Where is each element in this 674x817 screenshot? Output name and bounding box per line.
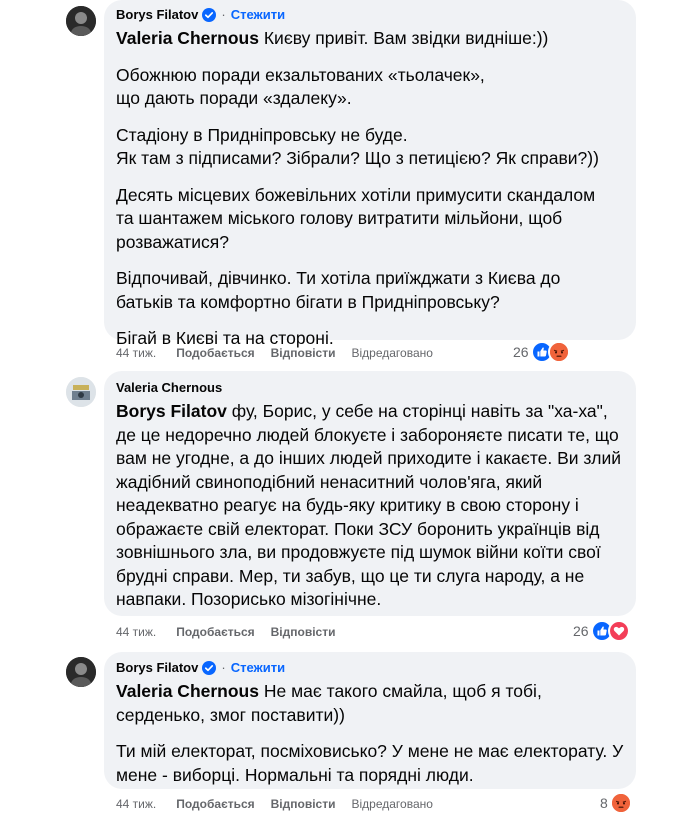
avatar[interactable]: [66, 6, 96, 36]
comment-actions: 44 тиж. Подобається Відповісти: [116, 624, 351, 640]
edited-label: Відредаговано: [351, 346, 433, 360]
separator-dot: ·: [221, 660, 226, 675]
reaction-count: 26: [573, 623, 589, 639]
avatar[interactable]: [66, 657, 96, 687]
timestamp[interactable]: 44 тиж.: [116, 796, 156, 812]
reply-button[interactable]: Відповісти: [271, 345, 336, 361]
comment-actions: 44 тиж. Подобається Відповісти Відредаго…: [116, 345, 433, 361]
mention-link[interactable]: Valeria Chernous: [116, 28, 259, 48]
comment-text: Borys Filatov фу, Борис, у себе на сторі…: [116, 400, 628, 612]
verified-badge-icon: [202, 661, 217, 675]
comment-paragraph: Відпочивай, дівчинко. Ти хотіла приїжджа…: [116, 268, 561, 312]
like-button[interactable]: Подобається: [176, 345, 254, 361]
reaction-summary[interactable]: 26: [573, 620, 630, 642]
comment-author[interactable]: Borys Filatov: [116, 7, 198, 23]
comment-paragraph: Стадіону в Придніпровську не буде. Як та…: [116, 124, 599, 169]
love-reaction-icon: [607, 620, 630, 642]
comment-actions: 44 тиж. Подобається Відповісти Відредаго…: [116, 796, 433, 812]
comment-author[interactable]: Valeria Chernous: [116, 380, 222, 396]
edited-label: Відредаговано: [351, 797, 433, 811]
reaction-summary[interactable]: 26: [513, 341, 570, 363]
reply-button[interactable]: Відповісти: [271, 796, 336, 812]
mention-link[interactable]: Borys Filatov: [116, 401, 227, 421]
separator-dot: ·: [221, 7, 226, 22]
comment-text: Valeria Chernous Не має такого смайла, щ…: [116, 680, 616, 727]
angry-reaction-icon: [609, 792, 632, 814]
reply-button[interactable]: Відповісти: [271, 624, 336, 640]
mention-link[interactable]: Valeria Chernous: [116, 681, 259, 701]
comment-paragraph: Ти мій електорат, посміховисько? У мене …: [116, 741, 624, 785]
reaction-count: 26: [513, 344, 529, 360]
reaction-count: 8: [600, 795, 608, 811]
timestamp[interactable]: 44 тиж.: [116, 624, 156, 640]
like-button[interactable]: Подобається: [176, 624, 254, 640]
avatar[interactable]: [66, 377, 96, 407]
timestamp[interactable]: 44 тиж.: [116, 345, 156, 361]
verified-badge-icon: [202, 8, 217, 22]
comment-body: фу, Борис, у себе на сторінці навіть за …: [116, 401, 622, 609]
comment-bubble: Borys Filatov · Стежити Valeria Chernous…: [104, 0, 636, 348]
comment-bubble: Borys Filatov · Стежити Valeria Chernous…: [104, 652, 636, 789]
comment-paragraph: Обожнюю поради екзальтованих «тьолачек»,…: [116, 64, 485, 109]
follow-button[interactable]: Стежити: [231, 660, 285, 676]
like-button[interactable]: Подобається: [176, 796, 254, 812]
comment-first-line: Києву привіт. Вам звідки видніше:)): [258, 28, 549, 48]
comment-author[interactable]: Borys Filatov: [116, 660, 198, 676]
comment-text: Valeria Chernous Києву привіт. Вам звідк…: [116, 27, 624, 51]
follow-button[interactable]: Стежити: [231, 7, 285, 23]
angry-reaction-icon: [547, 341, 570, 363]
comment-bubble: Valeria Chernous Borys Filatov фу, Борис…: [104, 371, 636, 616]
reaction-summary[interactable]: 8: [600, 792, 632, 814]
comment-paragraph: Десять місцевих божевільних хотіли приму…: [116, 184, 596, 252]
